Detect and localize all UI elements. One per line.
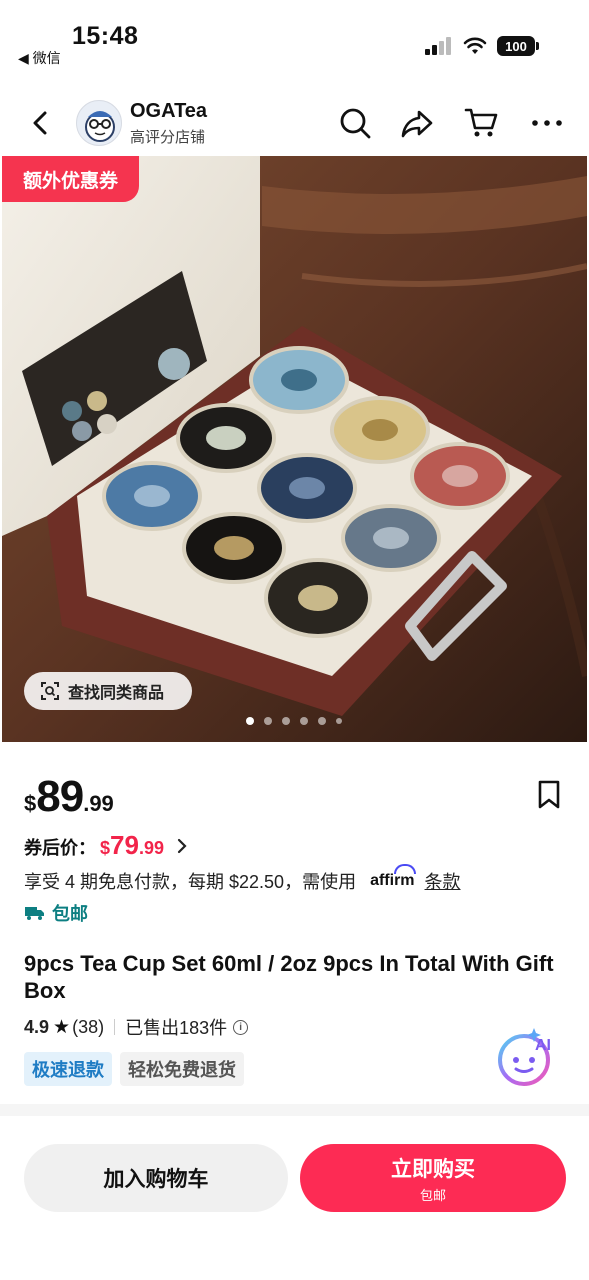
ai-label: AI (535, 1037, 551, 1054)
sold-count: 已售出183件 (125, 1018, 228, 1038)
status-bar: 15:48 ◀ 微信 100 (0, 0, 589, 80)
product-title: 9pcs Tea Cup Set 60ml / 2oz 9pcs In Tota… (24, 951, 554, 1003)
truck-icon (25, 907, 44, 920)
shop-logo-icon (85, 111, 115, 142)
price-currency: $ (24, 791, 37, 816)
installment-text: 享受 4 期免息付款，每期 $22.50，需使用 (24, 872, 357, 892)
carousel-dot[interactable] (318, 717, 326, 725)
status-time: 15:48 (72, 22, 139, 50)
back-icon[interactable] (26, 106, 56, 140)
bookmark-icon[interactable] (536, 780, 562, 810)
cellular-signal-icon (425, 37, 451, 55)
price-integer: 89 (36, 772, 84, 821)
review-count: (38) (72, 1016, 105, 1037)
carousel-dot[interactable] (336, 718, 342, 724)
carousel-dots (246, 717, 342, 725)
find-similar-button[interactable]: 查找同类商品 (24, 672, 192, 710)
status-icons: 100 (425, 36, 539, 56)
free-return-tag[interactable]: 轻松免费退货 (120, 1052, 244, 1086)
shop-subtitle: 高评分店铺 (130, 129, 206, 146)
nav-bar: OGATea 高评分店铺 (0, 92, 589, 154)
scan-icon (41, 682, 59, 700)
affirm-logo: affirm (370, 864, 417, 890)
after-coupon-currency: $ (100, 838, 111, 858)
divider (114, 1019, 116, 1035)
buy-now-label: 立即购买 (391, 1157, 475, 1181)
after-coupon-label: 券后价： (24, 838, 96, 858)
find-similar-label: 查找同类商品 (68, 685, 165, 702)
rating-row[interactable]: 4.9 ★ (38) 已售出183件 i (24, 1014, 249, 1040)
extra-coupon-badge[interactable]: 额外优惠券 (2, 156, 139, 202)
bottom-action-bar: 加入购物车 立即购买 包邮 (0, 1120, 589, 1280)
terms-link[interactable]: 条款 (425, 868, 461, 894)
back-to-wechat-link[interactable]: ◀ 微信 (18, 48, 61, 68)
more-icon[interactable] (530, 106, 564, 140)
fast-refund-tag[interactable]: 极速退款 (24, 1052, 112, 1086)
product-photo (2, 156, 587, 742)
battery-indicator: 100 (497, 36, 535, 56)
wifi-icon (463, 37, 487, 54)
share-icon[interactable] (400, 106, 434, 140)
cart-icon[interactable] (464, 106, 498, 140)
battery-tip (536, 42, 539, 50)
free-shipping-label: 包邮 (52, 904, 88, 924)
affirm-label: affirm (370, 872, 415, 889)
star-icon: ★ (53, 1016, 71, 1038)
info-icon[interactable]: i (233, 1019, 249, 1035)
carousel-dot[interactable] (300, 717, 308, 725)
ai-assistant-button[interactable]: AI (494, 1024, 560, 1090)
ai-assistant-icon: AI (498, 1028, 551, 1086)
price-decimal: .99 (83, 791, 114, 816)
after-coupon-price[interactable]: 券后价： $ 79 .99 (24, 830, 188, 861)
installment-info: 享受 4 期免息付款，每期 $22.50，需使用 affirm 条款 (24, 864, 461, 894)
shop-avatar[interactable] (76, 100, 122, 146)
affirm-arc-icon (394, 864, 417, 874)
after-coupon-decimal: .99 (138, 838, 164, 858)
search-icon[interactable] (338, 106, 372, 140)
buy-now-sublabel: 包邮 (419, 1187, 446, 1203)
add-to-cart-button[interactable]: 加入购物车 (24, 1144, 288, 1212)
product-image-carousel[interactable]: 额外优惠券 查找同类商品 (2, 156, 587, 742)
chevron-right-icon (177, 838, 187, 854)
free-shipping: 包邮 (24, 900, 88, 926)
carousel-dot[interactable] (282, 717, 290, 725)
product-price: $ 89 .99 (24, 772, 114, 822)
buy-now-button[interactable]: 立即购买 包邮 (300, 1144, 566, 1212)
service-tags: 极速退款 轻松免费退货 (24, 1052, 244, 1086)
section-divider (0, 1104, 589, 1116)
carousel-dot[interactable] (246, 717, 254, 725)
shop-name[interactable]: OGATea (130, 100, 207, 123)
rating-score: 4.9 (24, 1016, 50, 1037)
carousel-dot[interactable] (264, 717, 272, 725)
after-coupon-integer: 79 (110, 830, 139, 860)
